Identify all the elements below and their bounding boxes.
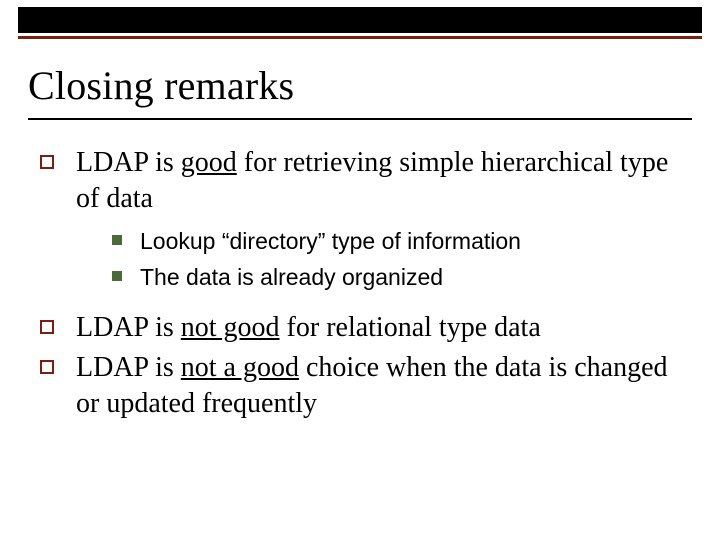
text-segment: LDAP is (76, 147, 181, 178)
bullet-level1: LDAP is not a good choice when the data … (34, 350, 686, 422)
bullet-level2: Lookup “directory” type of information (106, 227, 686, 257)
text-segment: LDAP is (76, 352, 181, 383)
bullet-text: LDAP is not a good choice when the data … (76, 350, 686, 422)
bullet-level1: LDAP is good for retrieving simple hiera… (34, 145, 686, 217)
bullet-text: LDAP is good for retrieving simple hiera… (76, 145, 686, 217)
bullet-level1: LDAP is not good for relational type dat… (34, 310, 686, 346)
text-underline: good (181, 147, 237, 178)
text-underline: not good (181, 312, 280, 343)
solid-square-icon (112, 235, 122, 245)
text-segment: LDAP is (76, 312, 181, 343)
text-underline: not a good (181, 352, 299, 383)
slide-title: Closing remarks (28, 62, 692, 109)
title-underline (28, 118, 692, 120)
hollow-square-icon (40, 320, 54, 334)
bullet-level2: The data is already organized (106, 263, 686, 293)
header-band (18, 7, 702, 33)
solid-square-icon (112, 271, 122, 281)
sub-bullets: Lookup “directory” type of information T… (106, 227, 686, 293)
header-accent-line (18, 36, 702, 39)
slide: Closing remarks LDAP is good for retriev… (0, 0, 720, 540)
hollow-square-icon (40, 155, 54, 169)
hollow-square-icon (40, 360, 54, 374)
sub-bullet-text: The data is already organized (140, 263, 443, 293)
text-segment: for relational type data (280, 312, 541, 343)
sub-bullet-text: Lookup “directory” type of information (140, 227, 521, 257)
slide-body: LDAP is good for retrieving simple hiera… (34, 145, 686, 426)
bullet-text: LDAP is not good for relational type dat… (76, 310, 541, 346)
